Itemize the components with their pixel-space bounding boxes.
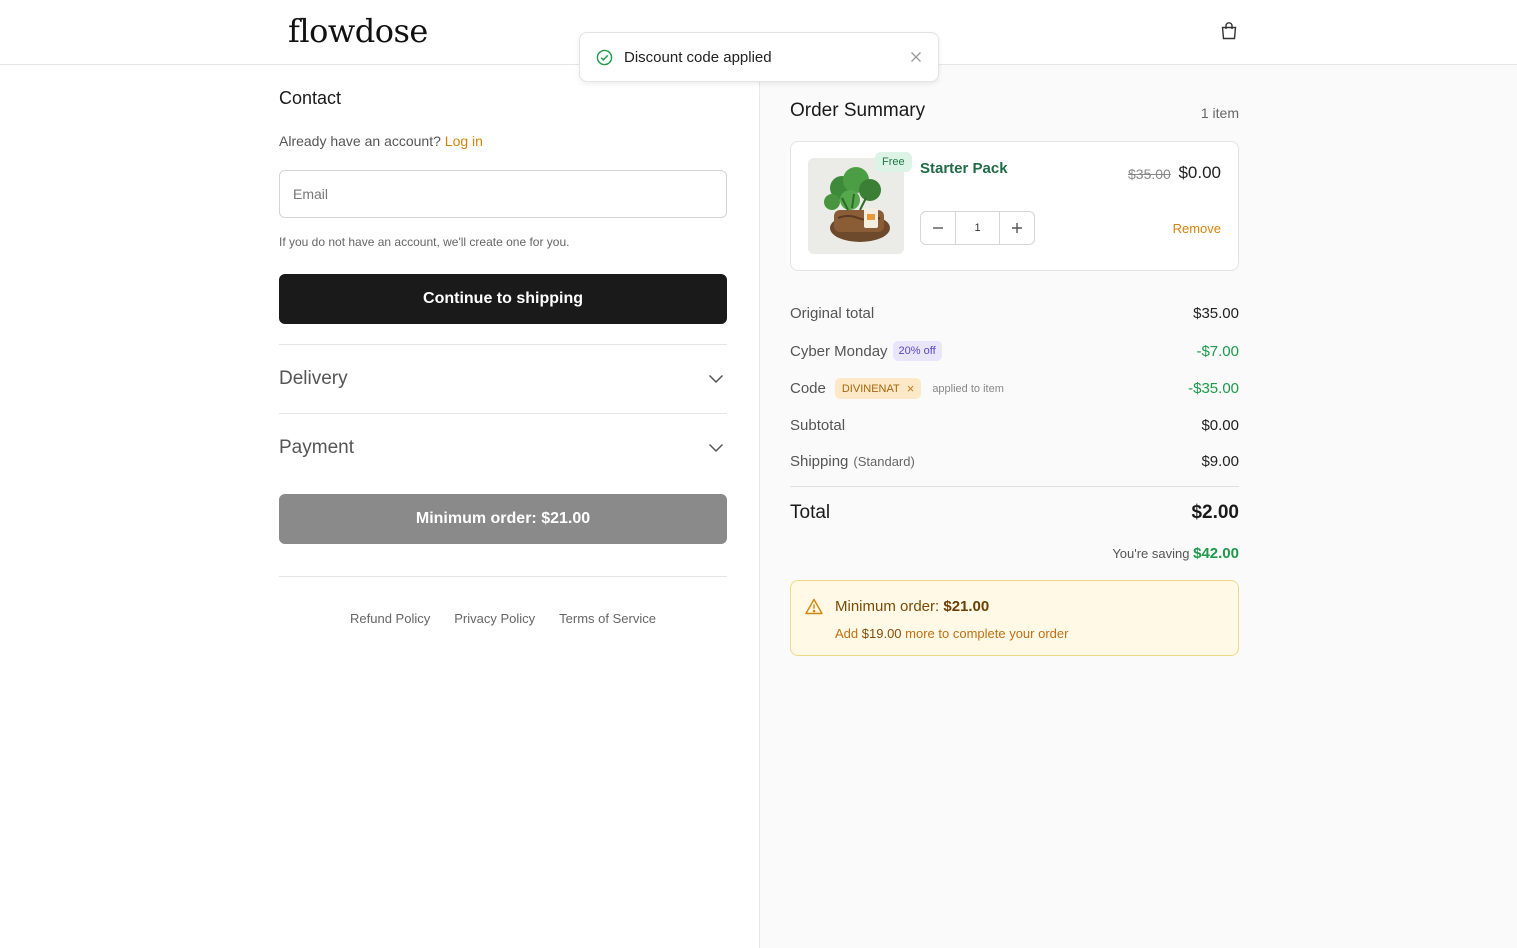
brand-logo[interactable]: flowdose — [288, 12, 428, 50]
quantity-stepper: 1 — [920, 211, 1035, 245]
discount-code-row: Code DIVINENAT × applied to item -$35.00 — [790, 378, 1239, 399]
divider — [790, 486, 1239, 487]
item-count: 1 item — [1200, 105, 1239, 121]
footer-links: Refund Policy Privacy Policy Terms of Se… — [279, 611, 727, 626]
total-label: Total — [790, 502, 831, 523]
discount-code-chip: DIVINENAT × — [834, 378, 922, 399]
minimum-order-button[interactable]: Minimum order: $21.00 — [279, 494, 727, 544]
chevron-down-icon — [708, 374, 724, 384]
increase-quantity-button[interactable] — [1000, 212, 1034, 244]
total-row: Total $2.00 — [790, 502, 1239, 524]
payment-label: Payment — [279, 437, 354, 458]
remove-code-icon[interactable]: × — [907, 382, 915, 395]
payment-section-toggle[interactable]: Payment — [279, 414, 727, 482]
shipping-value: $9.00 — [1201, 453, 1239, 470]
plant-illustration — [808, 158, 904, 254]
account-prompt-text: Already have an account? — [279, 133, 441, 149]
decrease-quantity-button[interactable] — [921, 212, 955, 244]
cyber-monday-value: -$7.00 — [1196, 342, 1239, 360]
contact-title: Contact — [279, 88, 342, 108]
quantity-value[interactable]: 1 — [955, 212, 1000, 244]
account-hint: If you do not have an account, we'll cre… — [279, 235, 570, 249]
plus-icon — [1012, 223, 1022, 233]
discount-code-text: DIVINENAT — [841, 382, 900, 395]
remove-item-button[interactable]: Remove — [1173, 221, 1221, 236]
minus-icon — [933, 227, 943, 229]
applied-note: applied to item — [932, 382, 1004, 395]
warning-sub-prefix: Add — [835, 626, 859, 641]
cyber-monday-label: Cyber Monday — [790, 342, 888, 360]
divider — [279, 576, 727, 577]
cyber-monday-row: Cyber Monday 20% off -$7.00 — [790, 341, 1239, 361]
original-price: $35.00 — [1128, 166, 1171, 182]
order-summary-title: Order Summary — [790, 100, 926, 121]
minimum-order-warning: Minimum order: $21.00 Add $19.00 more to… — [790, 580, 1239, 656]
savings-line: You're saving $42.00 — [1112, 545, 1239, 562]
email-input[interactable] — [279, 170, 727, 218]
shipping-method: (Standard) — [853, 454, 915, 469]
account-prompt: Already have an account? Log in — [279, 133, 483, 149]
warning-icon — [805, 598, 823, 615]
discount-percent-badge: 20% off — [892, 341, 942, 361]
login-link[interactable]: Log in — [445, 133, 483, 149]
toast-notification: Discount code applied — [579, 32, 939, 82]
warning-title-amount: $21.00 — [943, 598, 990, 615]
close-icon[interactable] — [910, 51, 922, 63]
delivery-label: Delivery — [279, 368, 348, 389]
subtotal-row: Subtotal $0.00 — [790, 417, 1239, 434]
warning-title-prefix: Minimum order: — [835, 598, 940, 615]
warning-title: Minimum order: $21.00 — [835, 598, 989, 615]
shipping-label: Shipping — [790, 453, 849, 470]
warning-subtext: Add $19.00 more to complete your order — [835, 626, 1068, 641]
refund-policy-link[interactable]: Refund Policy — [350, 611, 430, 626]
code-label: Code — [790, 380, 826, 397]
subtotal-label: Subtotal — [790, 417, 846, 434]
check-circle-icon — [596, 49, 613, 65]
savings-label: You're saving — [1112, 546, 1190, 561]
free-badge: Free — [875, 152, 912, 172]
continue-to-shipping-button[interactable]: Continue to shipping — [279, 274, 727, 324]
chevron-down-icon — [708, 443, 724, 453]
original-total-value: $35.00 — [1193, 305, 1239, 322]
delivery-section-toggle[interactable]: Delivery — [279, 345, 727, 413]
warning-sub-amount: $19.00 — [861, 626, 902, 641]
shopping-bag-icon[interactable] — [1219, 21, 1239, 41]
toast-message: Discount code applied — [624, 48, 772, 66]
subtotal-value: $0.00 — [1201, 417, 1239, 434]
cart-item: Free Starter Pack $35.00 $0.00 1 Remove — [790, 141, 1239, 271]
warning-sub-suffix: more to complete your order — [905, 626, 1069, 641]
original-total-row: Original total $35.00 — [790, 305, 1239, 322]
item-price: $0.00 — [1178, 163, 1221, 182]
shipping-row: Shipping (Standard) $9.00 — [790, 453, 1239, 470]
privacy-policy-link[interactable]: Privacy Policy — [454, 611, 535, 626]
savings-value: $42.00 — [1193, 545, 1239, 562]
product-image — [808, 158, 904, 254]
total-value: $2.00 — [1191, 502, 1239, 523]
code-discount-value: -$35.00 — [1188, 380, 1239, 397]
original-total-label: Original total — [790, 305, 875, 322]
terms-of-service-link[interactable]: Terms of Service — [559, 611, 656, 626]
product-name[interactable]: Starter Pack — [920, 160, 1008, 177]
